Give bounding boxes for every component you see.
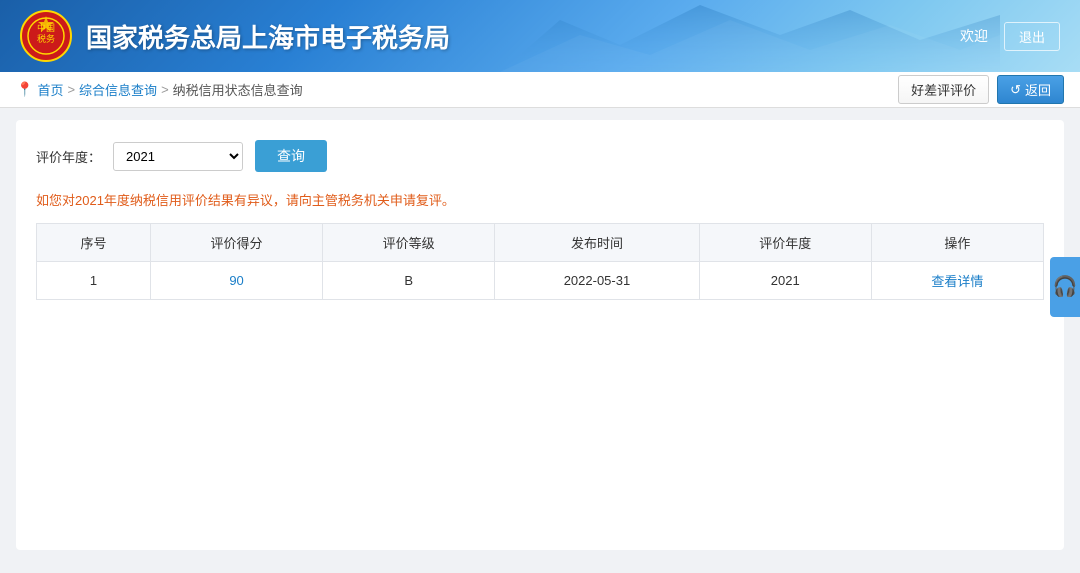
header: 中国 税务 国家税务总局上海市电子税务局 欢迎 退出 xyxy=(0,0,1080,72)
breadcrumb-sep2: > xyxy=(161,82,169,97)
logout-button[interactable]: 退出 xyxy=(1004,22,1060,51)
back-icon: ↺ xyxy=(1010,82,1021,98)
table-header-row: 序号 评价得分 评价等级 发布时间 评价年度 操作 xyxy=(37,224,1044,262)
back-button[interactable]: ↺ 返回 xyxy=(997,75,1064,104)
cell-date: 2022-05-31 xyxy=(495,262,699,300)
breadcrumb-level1[interactable]: 综合信息查询 xyxy=(79,80,157,99)
header-left: 中国 税务 国家税务总局上海市电子税务局 xyxy=(20,10,450,62)
col-grade: 评价等级 xyxy=(323,224,495,262)
notice-content: 如您对2021年度纳税信用评价结果有异议，请向主管税务机关申请复评。 xyxy=(36,193,455,208)
main-content: 评价年度： 2021 2020 2019 2018 查询 如您对2021年度纳税… xyxy=(16,120,1064,550)
notice-text: 如您对2021年度纳税信用评价结果有异议，请向主管税务机关申请复评。 xyxy=(36,190,1044,209)
col-year: 评价年度 xyxy=(699,224,871,262)
review-button[interactable]: 好差评评价 xyxy=(898,75,989,104)
breadcrumb-sep1: > xyxy=(67,82,75,97)
query-button[interactable]: 查询 xyxy=(255,140,327,172)
data-table: 序号 评价得分 评价等级 发布时间 评价年度 操作 1 90 B 2022-05… xyxy=(36,223,1044,300)
header-right: 欢迎 退出 xyxy=(960,22,1060,51)
side-helper-button[interactable]: 🎧 xyxy=(1050,257,1080,317)
navbar: 📍 首页 > 综合信息查询 > 纳税信用状态信息查询 好差评评价 ↺ 返回 xyxy=(0,72,1080,108)
col-date: 发布时间 xyxy=(495,224,699,262)
cell-grade: B xyxy=(323,262,495,300)
welcome-text: 欢迎 xyxy=(960,26,988,46)
svg-text:税务: 税务 xyxy=(37,33,55,44)
breadcrumb: 📍 首页 > 综合信息查询 > 纳税信用状态信息查询 xyxy=(16,80,303,99)
navbar-actions: 好差评评价 ↺ 返回 xyxy=(898,75,1064,104)
headset-icon: 🎧 xyxy=(1053,274,1078,299)
year-select[interactable]: 2021 2020 2019 2018 xyxy=(113,142,243,171)
col-action: 操作 xyxy=(871,224,1043,262)
location-icon: 📍 xyxy=(16,81,33,98)
table-row: 1 90 B 2022-05-31 2021 查看详情 xyxy=(37,262,1044,300)
cell-year: 2021 xyxy=(699,262,871,300)
filter-row: 评价年度： 2021 2020 2019 2018 查询 xyxy=(36,140,1044,172)
breadcrumb-home[interactable]: 首页 xyxy=(37,80,63,99)
cell-action[interactable]: 查看详情 xyxy=(871,262,1043,300)
filter-label: 评价年度： xyxy=(36,147,101,166)
col-score: 评价得分 xyxy=(151,224,323,262)
breadcrumb-level2: 纳税信用状态信息查询 xyxy=(173,80,303,99)
cell-score[interactable]: 90 xyxy=(151,262,323,300)
cell-index: 1 xyxy=(37,262,151,300)
header-title: 国家税务总局上海市电子税务局 xyxy=(86,18,450,55)
logo-icon: 中国 税务 xyxy=(20,10,72,62)
back-label: 返回 xyxy=(1025,80,1051,99)
col-index: 序号 xyxy=(37,224,151,262)
